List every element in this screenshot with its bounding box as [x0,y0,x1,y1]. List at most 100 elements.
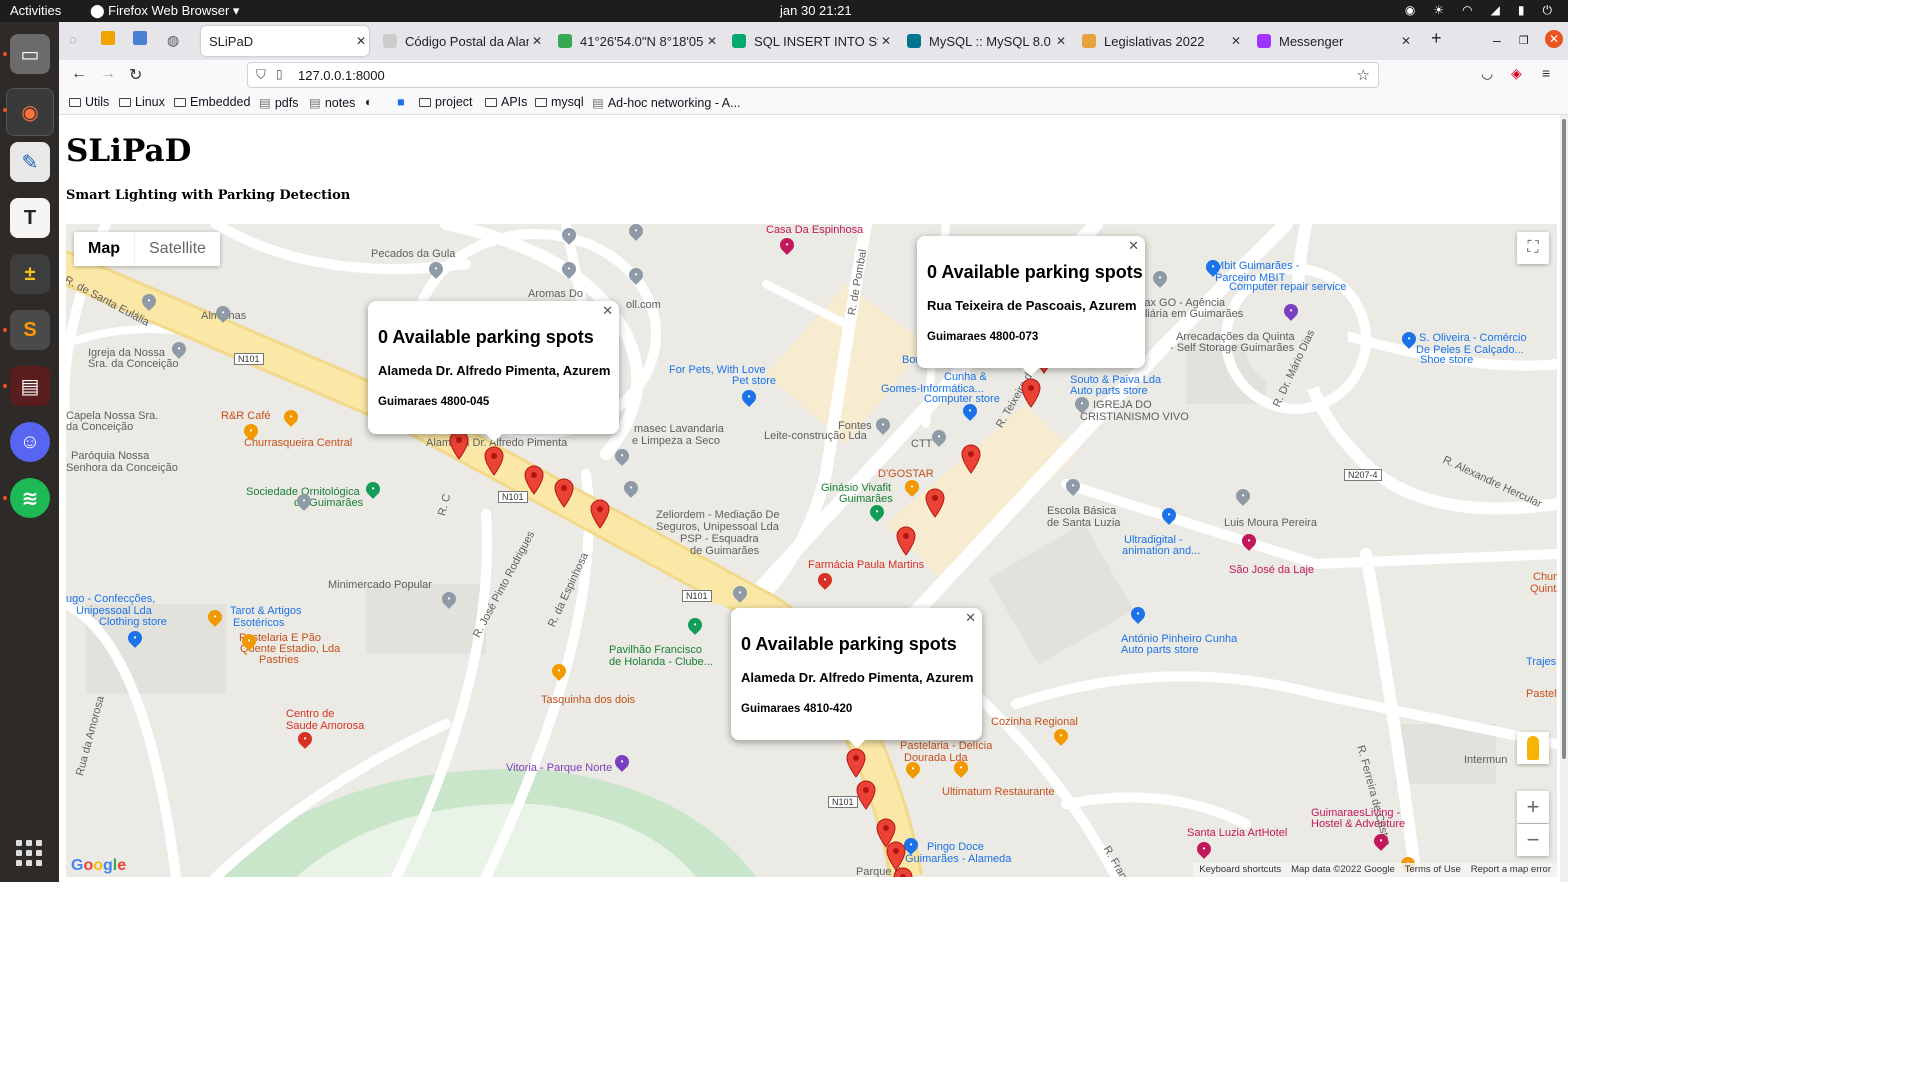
bookmark-item[interactable]: ■ [397,95,409,109]
map-poi-icon[interactable]: • [1399,329,1419,349]
map-poi-icon[interactable]: • [281,407,301,427]
map-label[interactable]: Pingo Doce [927,841,984,853]
map-label[interactable]: de Guimarães [690,545,759,557]
map-label[interactable]: Santa Luzia ArtHotel [1187,827,1287,839]
parking-marker-icon[interactable] [449,430,469,460]
map-poi-icon[interactable]: • [241,421,261,441]
parking-marker-icon[interactable] [893,867,913,877]
map-poi-icon[interactable]: • [294,491,314,511]
new-tab-icon[interactable]: + [1431,28,1442,49]
map-label[interactable]: Seguros, Unipessoal Lda [656,521,779,533]
map-label[interactable]: Tasquinha dos dois [541,694,635,706]
app-menu-icon[interactable]: ≡ [1542,65,1550,81]
map-label[interactable]: ugo - Confecções, [66,593,155,605]
bookmark-star-icon[interactable]: ☆ [1357,66,1370,84]
tab-close-icon[interactable]: ✕ [1398,34,1414,48]
map-label[interactable]: Farmácia Paula Martins [808,559,924,571]
map-poi-icon[interactable]: • [559,259,579,279]
map-label[interactable]: Guimarães - Alameda [905,853,1011,865]
map-poi-icon[interactable]: • [169,339,189,359]
map-poi-icon[interactable]: • [1051,726,1071,746]
wifi-icon[interactable]: ◠ [1462,3,1472,18]
attribution-link[interactable]: Map data ©2022 Google [1291,864,1395,876]
info-window-close-icon[interactable]: ✕ [1128,238,1139,254]
map-poi-icon[interactable]: • [739,387,759,407]
text-editor-icon[interactable]: ✎ [10,142,50,182]
bookmark-item[interactable]: ▤ Ad-hoc networking - A... [592,95,741,111]
terminal-icon[interactable]: ▤ [10,366,50,406]
parking-marker-icon[interactable] [524,465,544,495]
minimize-icon[interactable]: – [1493,32,1501,48]
map-poi-icon[interactable]: • [1128,604,1148,624]
map-label[interactable]: R&R Café [221,410,271,422]
map-label[interactable]: Sra. da Conceição [88,358,179,370]
map-label[interactable]: Computer store [924,393,1000,405]
map-type-satellite-button[interactable]: Satellite [134,232,220,266]
fullscreen-icon[interactable]: ⛶ [1517,232,1549,264]
map-poi-icon[interactable]: • [559,225,579,245]
map-poi-icon[interactable]: • [612,446,632,466]
map-label[interactable]: Saude Amorosa [286,720,364,732]
tab-close-icon[interactable]: ✕ [353,34,369,48]
bookmark-item[interactable]: ▤ notes [309,95,355,111]
map-label[interactable]: IGREJA DO [1093,399,1152,411]
firefox-icon[interactable]: ◉ [6,88,54,136]
map-poi-icon[interactable]: • [960,401,980,421]
map-label[interactable]: masec Lavandaria [634,423,724,435]
zoom-in-button[interactable]: + [1517,791,1549,823]
browser-tab[interactable]: SQL INSERT INTO Statement✕ [724,26,894,56]
map-poi-icon[interactable]: • [205,607,225,627]
parking-marker-icon[interactable] [856,780,876,810]
forward-icon[interactable]: → [100,65,116,83]
map-poi-icon[interactable]: • [426,259,446,279]
map-poi-icon[interactable]: • [1063,476,1083,496]
info-window-close-icon[interactable]: ✕ [965,610,976,626]
map-label[interactable]: Trajes Aca [1526,656,1557,668]
map-poi-icon[interactable]: • [139,291,159,311]
map-poi-icon[interactable]: • [867,502,887,522]
map-label[interactable]: Pastelaria - Delícia [900,740,992,752]
map-label[interactable]: CRISTIANISMO VIVO [1080,411,1189,423]
extension-tab-icon[interactable]: ◍ [167,32,179,49]
attribution-link[interactable]: Terms of Use [1405,864,1461,876]
map-poi-icon[interactable]: • [213,303,233,323]
map-poi-icon[interactable]: • [549,661,569,681]
browser-tab[interactable]: 41°26'54.0"N 8°18'05.0"✕ [550,26,720,56]
browser-tab[interactable]: MySQL :: MySQL 8.0 Reference✕ [899,26,1069,56]
map-label[interactable]: - Self Storage Guimarães [1170,342,1294,354]
files-icon[interactable]: ▭ [10,34,50,74]
map-poi-icon[interactable]: • [777,235,797,255]
pinned-tab-icon[interactable] [101,31,115,45]
show-applications-icon[interactable] [16,840,42,866]
map-label[interactable]: da Conceição [66,421,133,433]
street-view-pegman-icon[interactable] [1517,732,1549,764]
parking-marker-icon[interactable] [961,444,981,474]
bookmark-item[interactable]: ◐ [365,95,377,109]
map-label[interactable]: Casa Da Espinhosa [766,224,863,236]
map-label[interactable]: Ultimatum Restaurante [942,786,1055,798]
map-label[interactable]: animation and... [1122,545,1200,557]
app-menu[interactable]: ⬤ Firefox Web Browser ▾ [90,3,239,19]
map-poi-icon[interactable]: • [239,631,259,651]
map-poi-icon[interactable]: • [125,628,145,648]
volume-icon[interactable]: ◢ [1491,3,1500,18]
spotify-icon[interactable]: ≋ [10,478,50,518]
extension-badge-icon[interactable]: ◈ [1511,65,1522,82]
map-poi-icon[interactable]: • [730,583,750,603]
parking-marker-icon[interactable] [1021,378,1041,408]
map-poi-icon[interactable]: • [951,758,971,778]
scrollbar-thumb[interactable] [1562,119,1566,759]
info-window-close-icon[interactable]: ✕ [602,303,613,319]
attribution-link[interactable]: Keyboard shortcuts [1199,864,1281,876]
map-label[interactable]: Paróquia Nossa [71,450,149,462]
parking-marker-icon[interactable] [554,478,574,508]
translate-tab-icon[interactable] [133,31,147,45]
map-label[interactable]: Clothing store [99,616,167,628]
parking-marker-icon[interactable] [484,446,504,476]
battery-icon[interactable]: ▮ [1518,3,1525,18]
map-poi-icon[interactable]: • [903,759,923,779]
bookmark-item[interactable]: mysql [535,95,584,109]
map-label[interactable]: Guimarães [839,493,893,505]
site-info-icon[interactable]: ▯ [276,67,283,81]
map-label[interactable]: D'GOSTAR [878,468,934,480]
